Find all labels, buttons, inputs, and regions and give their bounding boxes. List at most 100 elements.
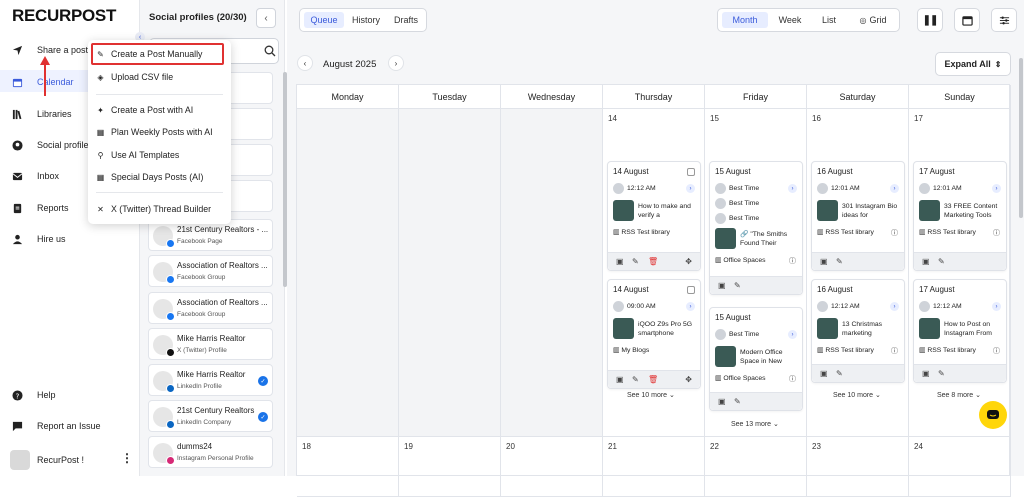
day-cell[interactable]: [501, 109, 603, 437]
chevron-right-icon[interactable]: ›: [686, 302, 695, 311]
profile-card[interactable]: Mike Harris Realtor LinkedIn Profile ✓: [148, 364, 273, 396]
day-cell[interactable]: 23: [807, 437, 909, 497]
chevron-right-icon[interactable]: ›: [788, 184, 797, 193]
day-cell[interactable]: 19: [399, 437, 501, 497]
collapse-panel-button[interactable]: ‹: [256, 8, 276, 28]
info-icon[interactable]: ⓘ: [891, 228, 898, 238]
calendar-icon[interactable]: ▣: [922, 369, 930, 378]
see-more-link[interactable]: See 10 more ⌄: [833, 391, 881, 399]
post-select-checkbox[interactable]: [687, 168, 695, 176]
menu-item-thread-builder[interactable]: ✕ X (Twitter) Thread Builder: [96, 200, 211, 218]
day-cell[interactable]: [399, 109, 501, 437]
delete-icon[interactable]: 🗑: [648, 257, 658, 266]
pause-button[interactable]: ❚❚: [917, 8, 943, 32]
post-select-checkbox[interactable]: [687, 286, 695, 294]
chat-widget-button[interactable]: [979, 401, 1007, 429]
post-card[interactable]: 14 August 09:00 AM › iQOO Z9s Pro 5G smartp…: [607, 279, 701, 389]
info-icon[interactable]: ⓘ: [891, 346, 898, 356]
edit-icon[interactable]: ✎: [632, 375, 639, 384]
edit-icon[interactable]: ✎: [938, 257, 945, 266]
post-card[interactable]: 14 August 12:12 AM › How to make and verify…: [607, 161, 701, 271]
sidebar-item-social-profiles[interactable]: Social profiles: [12, 135, 93, 155]
more-vertical-icon[interactable]: ⋮: [121, 451, 133, 465]
chevron-right-icon[interactable]: ›: [890, 184, 899, 193]
calendar-icon[interactable]: ▣: [922, 257, 930, 266]
edit-icon[interactable]: ✎: [836, 369, 843, 378]
calendar-icon[interactable]: ▣: [820, 369, 828, 378]
calendar-icon[interactable]: ▣: [718, 281, 726, 290]
post-card[interactable]: 17 August 12:01 AM › 33 FREE Content Market…: [913, 161, 1007, 271]
see-more-link[interactable]: See 13 more ⌄: [731, 420, 779, 428]
profile-card[interactable]: Mike Harris Realtor X (Twitter) Profile: [148, 328, 273, 360]
day-cell[interactable]: 18: [297, 437, 399, 497]
profile-card[interactable]: dumms24 Instagram Personal Profile: [148, 436, 273, 468]
post-card[interactable]: 15 August Best Time › Modern Office Space i…: [709, 307, 803, 411]
sidebar-item-hire-us[interactable]: Hire us: [12, 229, 66, 249]
post-card[interactable]: 16 August 12:12 AM › 13 Christmas marketing…: [811, 279, 905, 383]
profile-card[interactable]: Association of Realtors ... Facebook Grou…: [148, 255, 273, 287]
day-cell[interactable]: 16: [807, 109, 909, 437]
calendar-settings-button[interactable]: [954, 8, 980, 32]
menu-item-upload-csv[interactable]: ◈ Upload CSV file: [96, 68, 173, 86]
drag-handle-icon[interactable]: ✥: [685, 375, 692, 384]
tab-list[interactable]: List: [812, 12, 846, 28]
info-icon[interactable]: ⓘ: [789, 374, 796, 384]
day-cell[interactable]: 22: [705, 437, 807, 497]
day-cell[interactable]: [297, 109, 399, 437]
profile-card[interactable]: 21st Century Realtors LinkedIn Company ✓: [148, 400, 273, 432]
tab-month[interactable]: Month: [722, 12, 768, 28]
sidebar-item-inbox[interactable]: Inbox: [12, 166, 59, 186]
day-cell[interactable]: 21: [603, 437, 705, 497]
menu-item-create-manually[interactable]: ✎ Create a Post Manually: [96, 45, 202, 63]
sidebar-item-calendar[interactable]: Calendar: [12, 72, 74, 92]
sidebar-item-help[interactable]: ? Help: [12, 385, 56, 405]
calendar-icon[interactable]: ▣: [616, 375, 624, 384]
tab-grid[interactable]: ◎ Grid: [850, 12, 896, 28]
tab-queue[interactable]: Queue: [304, 12, 344, 28]
edit-icon[interactable]: ✎: [836, 257, 843, 266]
sidebar-item-reports[interactable]: Reports: [12, 198, 69, 218]
sidebar-item-report-issue[interactable]: Report an Issue: [12, 416, 101, 436]
day-cell[interactable]: 17: [909, 109, 1011, 437]
profile-card[interactable]: Association of Realtors ... Facebook Grou…: [148, 292, 273, 324]
prev-month-button[interactable]: ‹: [297, 55, 313, 71]
sidebar-item-share-post[interactable]: Share a post: [12, 40, 88, 60]
see-more-link[interactable]: See 10 more ⌄: [627, 391, 675, 399]
info-icon[interactable]: ⓘ: [993, 346, 1000, 356]
tab-week[interactable]: Week: [772, 12, 808, 28]
see-more-link[interactable]: See 8 more ⌄: [937, 391, 981, 399]
calendar-icon[interactable]: ▣: [616, 257, 624, 266]
post-card[interactable]: 17 August 12:12 AM › How to Post on Instagr…: [913, 279, 1007, 383]
chevron-right-icon[interactable]: ›: [788, 330, 797, 339]
edit-icon[interactable]: ✎: [938, 369, 945, 378]
next-month-button[interactable]: ›: [388, 55, 404, 71]
chevron-right-icon[interactable]: ›: [686, 184, 695, 193]
post-card[interactable]: 16 August 12:01 AM › 301 Instagram Bio idea…: [811, 161, 905, 271]
chevron-right-icon[interactable]: ›: [890, 302, 899, 311]
edit-icon[interactable]: ✎: [734, 281, 741, 290]
day-cell[interactable]: 20: [501, 437, 603, 497]
expand-all-button[interactable]: Expand All ⇕: [935, 52, 1011, 76]
post-card[interactable]: 15 August Best Time › Best Time Best Time 🔗 "…: [709, 161, 803, 295]
delete-icon[interactable]: 🗑: [648, 375, 658, 384]
day-cell[interactable]: 24: [909, 437, 1011, 497]
menu-item-weekly-ai[interactable]: ▦ Plan Weekly Posts with AI: [96, 123, 213, 141]
calendar-icon[interactable]: ▣: [820, 257, 828, 266]
tab-drafts[interactable]: Drafts: [388, 12, 424, 28]
drag-handle-icon[interactable]: ✥: [685, 257, 692, 266]
calendar-icon[interactable]: ▣: [718, 397, 726, 406]
menu-item-ai-templates[interactable]: ⚲ Use AI Templates: [96, 146, 180, 164]
edit-icon[interactable]: ✎: [632, 257, 639, 266]
avatar[interactable]: [10, 450, 30, 470]
calendar-scrollbar[interactable]: [1019, 58, 1023, 218]
info-icon[interactable]: ⓘ: [993, 228, 1000, 238]
chevron-right-icon[interactable]: ›: [992, 184, 1001, 193]
tab-history[interactable]: History: [346, 12, 386, 28]
menu-item-create-ai[interactable]: ✦ Create a Post with AI: [96, 101, 193, 119]
edit-icon[interactable]: ✎: [734, 397, 741, 406]
menu-item-special-days[interactable]: ▦ Special Days Posts (AI): [96, 168, 204, 186]
filter-button[interactable]: [991, 8, 1017, 32]
chevron-right-icon[interactable]: ›: [992, 302, 1001, 311]
sidebar-item-libraries[interactable]: Libraries: [12, 104, 72, 124]
info-icon[interactable]: ⓘ: [789, 256, 796, 266]
